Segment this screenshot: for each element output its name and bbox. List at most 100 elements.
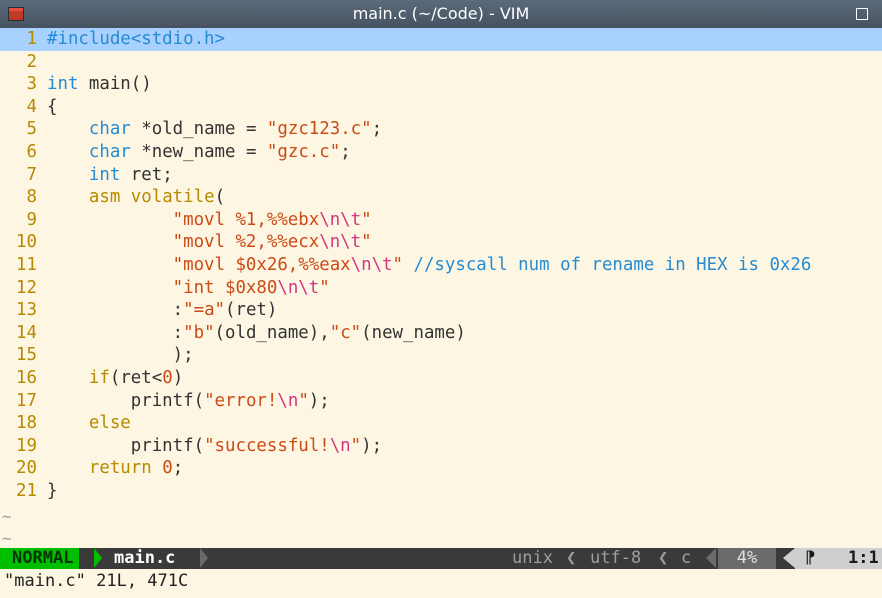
code-line[interactable]: 14 :"b"(old_name),"c"(new_name) [0, 322, 882, 345]
code-token: int [47, 74, 79, 95]
code-line[interactable]: 21} [0, 480, 882, 503]
code-token: if [88, 368, 110, 388]
line-number-icon: ⁋ [805, 548, 816, 568]
status-filename: main.c [114, 548, 176, 568]
code-token: (new_name) [361, 322, 466, 343]
maximize-icon[interactable] [856, 8, 868, 20]
editor-buffer[interactable]: 1 #include<stdio.h> 2 3 int main() 4{5 char *… [0, 28, 882, 548]
code-line[interactable]: 20 return 0; [0, 457, 882, 480]
code-token: ; [371, 119, 383, 140]
code-token: printf( [47, 390, 205, 411]
code-token: ( [214, 187, 226, 208]
code-token: ); [47, 345, 194, 366]
code-token: ; [172, 458, 184, 479]
code-token: printf( [47, 435, 205, 456]
code-line[interactable]: 17 printf("error!\n"); [0, 390, 882, 413]
code-line[interactable]: 12 "int $0x80\n\t" [0, 277, 882, 300]
code-token: ) [172, 368, 184, 388]
code-token: ret; [120, 164, 173, 185]
code-line[interactable]: 18 else [0, 412, 882, 435]
code-token: \n\t [319, 232, 362, 253]
status-filetype: c [681, 548, 692, 568]
code-token: *new_name = [130, 142, 267, 162]
chevron-left-icon: ❮ [658, 548, 669, 568]
code-token: \n [329, 435, 351, 456]
code-line[interactable]: 5 char *old_name = "gzc123.c"; [0, 118, 882, 141]
code-line[interactable]: 19 printf("successful!\n"); [0, 435, 882, 458]
code-token: 0 [162, 368, 173, 388]
line-number: 2 [26, 51, 37, 72]
code-token: #include<stdio.h> [47, 29, 225, 49]
code-line[interactable]: 6 char *new_name = "gzc.c"; [0, 141, 882, 164]
line-number: 17 [16, 390, 37, 411]
line-number: 4 [26, 96, 37, 117]
window-title: main.c (~/Code) - VIM [352, 4, 530, 23]
chevron-left-icon: ❮ [566, 548, 577, 568]
code-line[interactable]: 9 "movl %1,%%ebx\n\t" [0, 209, 882, 232]
code-line[interactable]: 13 :"=a"(ret) [0, 299, 882, 322]
line-number: 9 [26, 209, 37, 230]
code-token: else [88, 413, 131, 434]
mode-indicator: NORMAL [0, 548, 80, 569]
status-position-box: ⁋ 1:1 [795, 548, 882, 569]
code-line[interactable]: 11 "movl $0x26,%%eax\n\t" //syscall num … [0, 254, 882, 277]
line-number: 12 [16, 277, 37, 298]
line-number: 7 [26, 164, 37, 185]
code-line[interactable]: 15 ); [0, 344, 882, 367]
code-line[interactable]: 3 int main() [0, 73, 882, 96]
window-titlebar: main.c (~/Code) - VIM [0, 0, 882, 28]
code-token: ); [308, 390, 330, 411]
code-line[interactable]: 2 [0, 51, 882, 74]
separator-arrow-icon [94, 548, 102, 568]
separator-arrow-icon [200, 548, 208, 568]
line-number: 16 [16, 368, 37, 388]
status-encoding: utf-8 [590, 548, 642, 568]
code-token: "c" [329, 322, 362, 343]
code-token: "gzc123.c" [266, 119, 372, 140]
line-number: 1 [26, 29, 37, 49]
code-token: } [47, 481, 58, 501]
code-line[interactable]: 1 #include<stdio.h> [0, 28, 882, 51]
code-token: " [350, 435, 362, 456]
line-number: 14 [16, 322, 37, 343]
separator-arrow-icon [783, 548, 795, 568]
code-token: asm [88, 187, 121, 208]
line-number: 21 [16, 481, 37, 501]
separator-arrow-icon [706, 548, 716, 568]
code-token: char [88, 119, 131, 140]
status-position: 1:1 [848, 548, 879, 568]
code-token: //syscall num of rename in HEX is 0x26 [403, 255, 812, 275]
status-line: NORMAL main.c unix ❮ utf-8 ❮ c 4% ⁋ 1:1 [0, 548, 882, 569]
code-line[interactable]: 8 asm volatile( [0, 186, 882, 209]
code-token: *old_name = [130, 119, 267, 140]
code-token: (ret) [225, 300, 278, 321]
line-number: 20 [16, 458, 37, 479]
code-line[interactable]: 10 "movl %2,%%ecx\n\t" [0, 231, 882, 254]
line-number: 6 [26, 142, 37, 162]
code-token: (old_name), [214, 322, 330, 343]
code-token: "movl $0x26,%%eax [172, 255, 351, 275]
line-number: 15 [16, 345, 37, 366]
code-line[interactable]: 4{ [0, 96, 882, 119]
code-token: char [88, 142, 131, 162]
code-token: "movl %2,%%ecx [172, 232, 320, 253]
code-token: " [392, 255, 404, 275]
code-token: " [361, 232, 372, 253]
code-token: : [47, 300, 184, 321]
code-line[interactable]: 7 int ret; [0, 164, 882, 187]
code-line[interactable]: 16 if(ret<0) [0, 367, 882, 390]
command-line[interactable]: "main.c" 21L, 471C [0, 569, 882, 598]
empty-line-marker: ~ [2, 529, 12, 548]
code-token: \n [277, 390, 299, 411]
code-token: main() [78, 74, 152, 95]
code-token: (ret< [109, 368, 163, 388]
